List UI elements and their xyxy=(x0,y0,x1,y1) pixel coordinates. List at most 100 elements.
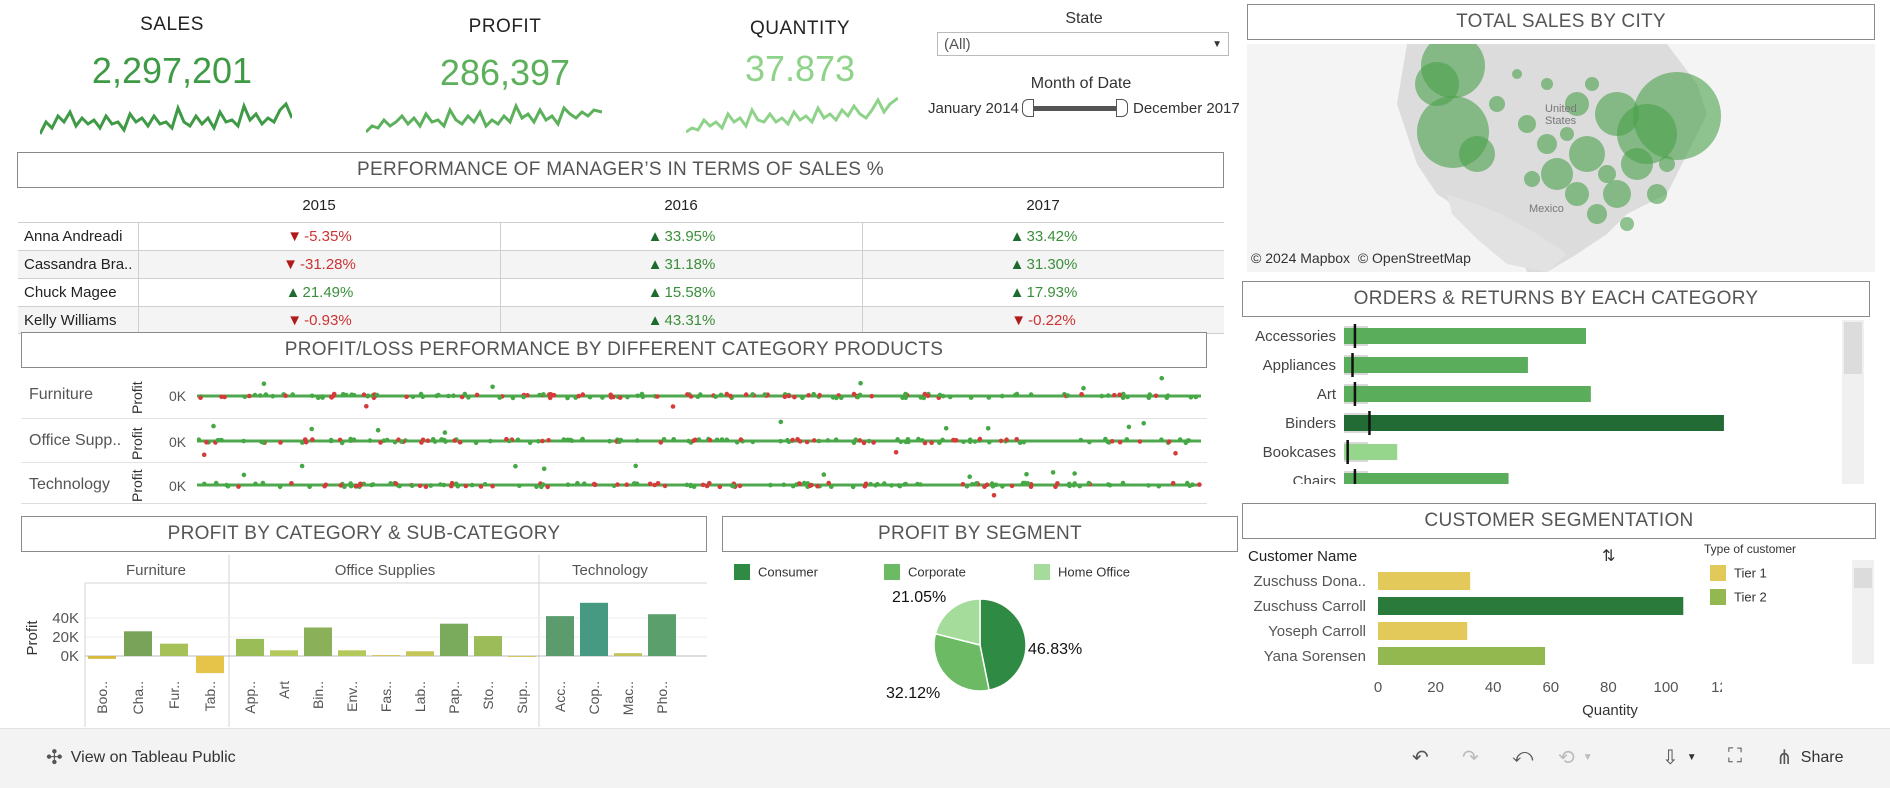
pl-point xyxy=(795,437,800,442)
pl-point xyxy=(947,394,953,400)
pl-point xyxy=(714,437,720,443)
pl-point xyxy=(515,437,521,443)
pl-point xyxy=(1112,392,1117,398)
pl-point xyxy=(278,440,283,445)
refresh-button[interactable]: ⟲ ▼ xyxy=(1558,745,1593,770)
profit-kpi-value: 286,397 xyxy=(439,52,571,93)
redo-button[interactable]: ↷ xyxy=(1462,745,1479,770)
subcat-x-label: Bin.. xyxy=(310,681,326,709)
triangle-down-icon: ▼ xyxy=(287,228,303,245)
pl-point xyxy=(1153,393,1159,399)
slider-handle-start[interactable] xyxy=(1022,99,1034,117)
orders-bar[interactable] xyxy=(1344,473,1509,484)
customer-bar[interactable] xyxy=(1378,622,1468,640)
subcat-bar[interactable] xyxy=(406,651,434,656)
pl-point xyxy=(466,395,471,400)
pl-point xyxy=(782,394,788,400)
subcat-bar[interactable] xyxy=(88,656,116,659)
pl-point xyxy=(1125,394,1130,400)
orders-returns-chart[interactable]: Accessories Appliances Art Binders Bookcases… xyxy=(1242,320,1870,484)
subcat-bar[interactable] xyxy=(440,623,468,656)
pl-point xyxy=(449,483,454,489)
pl-point xyxy=(634,438,640,443)
orders-bar[interactable] xyxy=(1344,415,1724,431)
manager-sales-value: -0.93% xyxy=(304,311,352,329)
subcat-bar[interactable] xyxy=(648,614,676,656)
date-range-end: December 2017 xyxy=(1133,100,1240,117)
pl-point xyxy=(225,483,231,489)
pl-point xyxy=(1022,480,1028,486)
pl-point xyxy=(1086,480,1092,486)
subcat-bar[interactable] xyxy=(160,643,188,656)
pl-point xyxy=(247,393,252,399)
view-on-tableau-button[interactable]: ✣ View on Tableau Public xyxy=(46,745,236,770)
sort-icon[interactable]: ⇅ xyxy=(1602,546,1615,566)
customer-seg-scrollbar-thumb[interactable] xyxy=(1854,568,1872,588)
customer-bar[interactable] xyxy=(1378,572,1471,590)
customer-bar[interactable] xyxy=(1378,597,1684,615)
subcat-bar[interactable] xyxy=(338,650,366,656)
slider-handle-end[interactable] xyxy=(1116,99,1128,117)
pl-point xyxy=(781,482,787,488)
pl-point xyxy=(671,437,676,442)
orders-scrollbar[interactable] xyxy=(1842,320,1864,484)
pl-point xyxy=(977,436,983,442)
pl-point xyxy=(970,482,975,487)
subcat-bar[interactable] xyxy=(474,636,502,656)
customer-seg-header: Customer Name xyxy=(1248,548,1358,565)
state-dropdown[interactable]: (All) ▼ xyxy=(937,32,1229,56)
pl-point xyxy=(404,394,409,400)
subcat-bar[interactable] xyxy=(236,638,264,656)
revert-button[interactable]: ⤺ xyxy=(1512,745,1533,768)
pl-point xyxy=(374,392,380,398)
manager-sales-value: -31.28% xyxy=(299,256,356,273)
pl-point xyxy=(866,438,872,444)
pl-point xyxy=(527,440,533,445)
subcat-bar[interactable] xyxy=(508,656,536,657)
subcat-bar[interactable] xyxy=(124,631,152,656)
pl-point xyxy=(855,394,861,400)
orders-bar[interactable] xyxy=(1344,444,1398,460)
subcat-bar[interactable] xyxy=(270,650,298,656)
pl-point xyxy=(1166,439,1172,444)
sales-map[interactable]: United States Mexico © 2024 Mapbox © Ope… xyxy=(1247,44,1875,272)
subcat-bar[interactable] xyxy=(304,627,332,657)
subcat-bar[interactable] xyxy=(546,616,574,656)
pl-point xyxy=(762,392,768,397)
orders-scrollbar-thumb[interactable] xyxy=(1844,322,1862,374)
manager-row: Anna Andreadi ▼ -5.35% ▲ 33.95% ▲ 33.42% xyxy=(18,222,1224,250)
orders-bar[interactable] xyxy=(1344,386,1591,402)
pl-point xyxy=(361,392,367,397)
customer-seg-scrollbar[interactable] xyxy=(1852,560,1874,664)
subcat-bar[interactable] xyxy=(614,653,642,656)
orders-bar[interactable] xyxy=(1344,357,1528,373)
pl-point xyxy=(582,481,587,486)
pl-point xyxy=(309,426,314,432)
segment-pie-label: 46.83% xyxy=(1028,641,1082,658)
subcat-bar[interactable] xyxy=(196,656,224,674)
share-button[interactable]: ⋔ Share xyxy=(1776,745,1843,770)
customer-bar[interactable] xyxy=(1378,647,1546,665)
undo-button[interactable]: ↶ xyxy=(1412,745,1429,770)
tier1-label: Tier 1 xyxy=(1734,565,1767,581)
pl-point xyxy=(861,440,867,446)
download-button[interactable]: ⇩ ▼ xyxy=(1662,745,1697,770)
pl-point xyxy=(369,482,374,488)
orders-bar[interactable] xyxy=(1344,328,1586,344)
homeoffice-label: Home Office xyxy=(1058,564,1131,580)
pl-point xyxy=(263,392,269,397)
pl-point xyxy=(940,437,945,443)
fullscreen-button[interactable]: ⛶ xyxy=(1728,745,1742,768)
manager-sales-value: 31.18% xyxy=(664,256,716,273)
pl-point xyxy=(257,393,263,398)
subcat-bar[interactable] xyxy=(580,602,608,656)
pl-point xyxy=(441,482,447,488)
subcat-bar[interactable] xyxy=(372,655,400,657)
pl-point xyxy=(873,483,878,488)
pl-point xyxy=(817,392,822,398)
date-range-slider[interactable] xyxy=(1022,99,1128,117)
manager-sales-cell: ▲ 31.18% xyxy=(500,251,862,278)
subcat-chart: Furniture Office Supplies Technology 40K 20K… xyxy=(24,555,707,727)
pl-point xyxy=(738,437,744,442)
triangle-up-icon: ▲ xyxy=(647,311,663,329)
